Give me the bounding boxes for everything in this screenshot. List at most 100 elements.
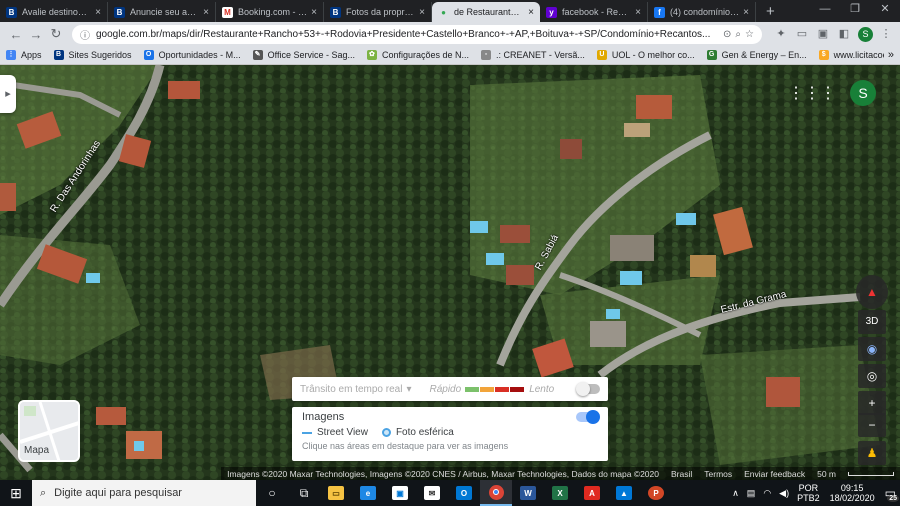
uol-icon: U xyxy=(596,50,607,60)
minimize-button[interactable]: — xyxy=(810,0,840,18)
clock[interactable]: 09:15 18/02/2020 xyxy=(830,483,875,503)
reload-icon[interactable]: ↻ xyxy=(46,26,66,42)
scale-label[interactable]: 50 m xyxy=(817,469,836,479)
pegman-icon[interactable]: ♟ xyxy=(858,441,886,465)
outlook-icon[interactable]: O xyxy=(448,480,480,506)
powerpoint-icon[interactable]: P xyxy=(640,480,672,506)
acrobat-icon[interactable]: A xyxy=(576,480,608,506)
map-type-label: Mapa xyxy=(24,445,50,456)
location-icon[interactable]: ⊙ xyxy=(723,29,731,40)
close-tab-icon[interactable]: × xyxy=(743,7,749,18)
taskbar-search-box[interactable]: ⌕ Digite aqui para pesquisar xyxy=(32,480,256,506)
bookmark-item[interactable]: G Gen & Energy – En... xyxy=(706,50,807,60)
photo-sphere-option[interactable]: Foto esférica xyxy=(381,427,454,438)
bookmark-item[interactable]: ✿ Configurações de N... xyxy=(366,50,469,60)
close-tab-icon[interactable]: × xyxy=(203,7,209,18)
close-tab-icon[interactable]: × xyxy=(419,7,425,18)
info-icon[interactable]: ⓘ xyxy=(80,27,90,42)
excel-icon[interactable]: X xyxy=(544,480,576,506)
cortana-icon[interactable]: ○ xyxy=(256,480,288,506)
language-indicator[interactable]: POR PTB2 xyxy=(797,483,820,503)
browser-tab[interactable]: M Booking.com - Bo × xyxy=(216,2,324,22)
windows-taskbar: ⊞ ⌕ Digite aqui para pesquisar ○ ⧉ ▭ e ▣… xyxy=(0,480,900,506)
google-apps-icon[interactable]: ⋮⋮⋮ xyxy=(788,83,836,103)
expand-side-panel-button[interactable]: ▸ xyxy=(0,75,16,113)
close-tab-icon[interactable]: × xyxy=(528,7,534,18)
maximize-button[interactable]: ❐ xyxy=(840,0,870,18)
imagery-toggle[interactable] xyxy=(576,410,600,424)
country-label[interactable]: Brasil xyxy=(671,469,692,479)
bookmark-star-icon[interactable]: ☆ xyxy=(745,29,754,40)
send-feedback-link[interactable]: Enviar feedback xyxy=(744,469,805,479)
terms-link[interactable]: Termos xyxy=(704,469,732,479)
windows-start-icon[interactable]: ⊞ xyxy=(0,485,32,502)
volume-icon[interactable]: ◀) xyxy=(779,488,789,499)
bookmark-item[interactable]: O Oportunidades - M... xyxy=(143,50,241,60)
page-icon: ▫ xyxy=(481,50,492,60)
tab-title: (4) condomínio m xyxy=(670,7,740,17)
mail-icon[interactable]: ✉ xyxy=(416,480,448,506)
close-window-button[interactable]: ✕ xyxy=(870,0,900,18)
bookmark-label: Office Service - Sag... xyxy=(267,50,355,60)
bookmark-item[interactable]: ✎ Office Service - Sag... xyxy=(252,50,355,60)
extension-icon[interactable]: ▭ xyxy=(794,27,810,41)
zoom-out-button[interactable]: − xyxy=(858,413,886,437)
account-avatar[interactable]: S xyxy=(850,80,876,106)
back-icon[interactable]: ← xyxy=(6,27,26,42)
locate-me-icon[interactable]: ◎ xyxy=(858,364,886,388)
forward-icon[interactable]: → xyxy=(26,27,46,42)
photos-icon[interactable]: ▲ xyxy=(608,480,640,506)
word-icon[interactable]: W xyxy=(512,480,544,506)
extension-icon[interactable]: ▣ xyxy=(815,27,831,41)
browser-tab[interactable]: ● de Restaurante R × xyxy=(432,2,540,22)
profile-avatar[interactable]: S xyxy=(858,26,873,42)
new-tab-button[interactable]: + xyxy=(756,2,785,22)
browser-tab[interactable]: B Avalie destinos m × xyxy=(0,2,108,22)
edge-browser-icon[interactable]: e xyxy=(352,480,384,506)
map-credits: Imagens ©2020 Maxar Technologies, Imagen… xyxy=(227,468,659,479)
licitacoes-icon: $ xyxy=(818,50,829,60)
traffic-toggle[interactable] xyxy=(576,382,600,396)
gen-icon: G xyxy=(706,50,717,60)
street-view-option[interactable]: Street View xyxy=(302,427,368,438)
close-tab-icon[interactable]: × xyxy=(95,7,101,18)
close-tab-icon[interactable]: × xyxy=(635,7,641,18)
traffic-layer-panel[interactable]: Trânsito em tempo real ▾ Rápido Lento xyxy=(292,377,608,401)
wifi-icon[interactable]: ◠ xyxy=(763,488,771,499)
extension-icon[interactable]: ✦ xyxy=(773,27,789,41)
browser-tab[interactable]: B Anuncie seu apart × xyxy=(108,2,216,22)
tab-title: Booking.com - Bo xyxy=(238,7,308,17)
tray-chevron-icon[interactable]: ∧ xyxy=(732,488,739,499)
network-icon[interactable]: ▤ xyxy=(747,488,756,499)
zoom-icon[interactable]: ⌕ xyxy=(735,29,741,40)
zoom-in-button[interactable]: + xyxy=(858,391,886,415)
bookmark-item[interactable]: $ www.licitacoes-e.co... xyxy=(818,50,884,60)
dropdown-arrow-icon[interactable]: ▾ xyxy=(406,384,411,395)
action-center-icon[interactable]: ▭ 25 xyxy=(885,486,899,502)
compass-icon[interactable]: ▲ xyxy=(856,275,888,309)
chrome-icon[interactable] xyxy=(480,480,512,506)
browser-tab[interactable]: B Fotos da propried × xyxy=(324,2,432,22)
browser-tab[interactable]: f (4) condomínio m × xyxy=(648,2,756,22)
store-icon[interactable]: ▣ xyxy=(384,480,416,506)
map-type-toggle[interactable]: Mapa xyxy=(18,400,80,462)
task-view-icon[interactable]: ⧉ xyxy=(288,480,320,506)
extension-icon[interactable]: ◧ xyxy=(836,27,852,41)
bookmarks-more-button[interactable]: » xyxy=(888,49,894,61)
file-explorer-icon[interactable]: ▭ xyxy=(320,480,352,506)
close-tab-icon[interactable]: × xyxy=(311,7,317,18)
traffic-color-bar xyxy=(510,386,525,392)
language-code: POR xyxy=(798,483,819,493)
bookmarks-bar: ⋮ Apps B Sites Sugeridos O Oportunidades - M.… xyxy=(0,46,900,65)
address-bar[interactable]: ⓘ google.com.br/maps/dir/Restaurante+Ran… xyxy=(72,24,762,44)
bookmark-item[interactable]: ⋮ Apps xyxy=(6,50,42,60)
3d-toggle-button[interactable]: 3D xyxy=(858,310,886,334)
globe-icon[interactable]: ◉ xyxy=(858,337,886,361)
bookmark-item[interactable]: U UOL - O melhor co... xyxy=(596,50,695,60)
bookmark-item[interactable]: ▫ .: CREANET - Versã... xyxy=(481,50,585,60)
satellite-map[interactable]: R. Das Andorinhas R. Sabiá Estr. da Gram… xyxy=(0,65,900,480)
browser-tab[interactable]: y facebook - Result × xyxy=(540,2,648,22)
bookmark-item[interactable]: B Sites Sugeridos xyxy=(53,50,132,60)
maps-pin-icon: ● xyxy=(441,7,446,17)
menu-kebab-icon[interactable]: ⋮ xyxy=(878,27,894,41)
